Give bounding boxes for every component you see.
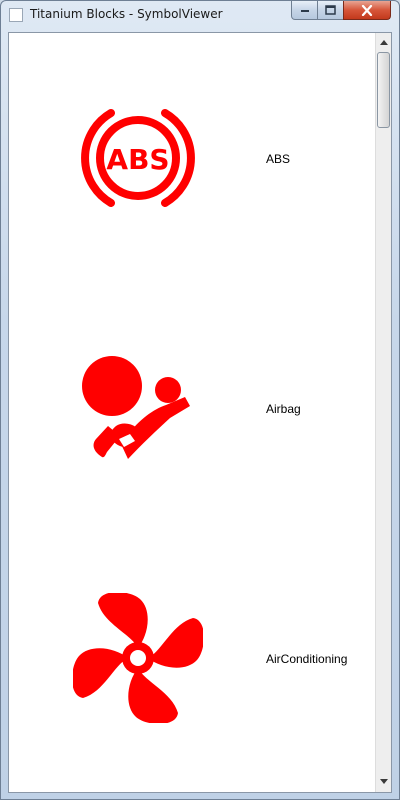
window-title: Titanium Blocks - SymbolViewer xyxy=(30,7,223,21)
airbag-icon xyxy=(82,356,190,459)
symbol-row-abs: ABS ABS xyxy=(9,33,375,283)
vertical-scrollbar[interactable] xyxy=(375,33,391,792)
abs-icon-lettering: ABS xyxy=(106,143,169,176)
minimize-icon xyxy=(300,10,309,12)
maximize-icon xyxy=(325,5,336,15)
abs-warning-icon: ABS xyxy=(81,109,195,207)
app-icon[interactable] xyxy=(9,8,23,22)
symbol-row-airbag: Airbag xyxy=(9,283,375,533)
app-window: Titanium Blocks - SymbolViewer ABS ABS A… xyxy=(0,0,400,800)
scroll-up-button[interactable] xyxy=(377,34,391,50)
close-button[interactable] xyxy=(343,1,391,20)
scroll-thumb[interactable] xyxy=(377,52,390,128)
scroll-down-arrow-icon xyxy=(380,778,388,784)
symbol-label: Airbag xyxy=(266,402,301,416)
symbol-label: ABS xyxy=(266,152,291,166)
air-conditioning-fan-icon xyxy=(73,593,203,723)
symbol-label: AirConditioning xyxy=(266,652,348,666)
minimize-button[interactable] xyxy=(291,1,318,20)
symbol-list[interactable]: ABS ABS Airbag AirConditioning xyxy=(8,32,392,793)
close-icon xyxy=(361,4,373,16)
scroll-up-arrow-icon xyxy=(380,39,388,45)
scroll-down-button[interactable] xyxy=(377,773,391,789)
maximize-button[interactable] xyxy=(317,1,344,20)
symbol-row-airconditioning: AirConditioning xyxy=(9,533,375,783)
title-bar[interactable]: Titanium Blocks - SymbolViewer xyxy=(1,1,399,29)
